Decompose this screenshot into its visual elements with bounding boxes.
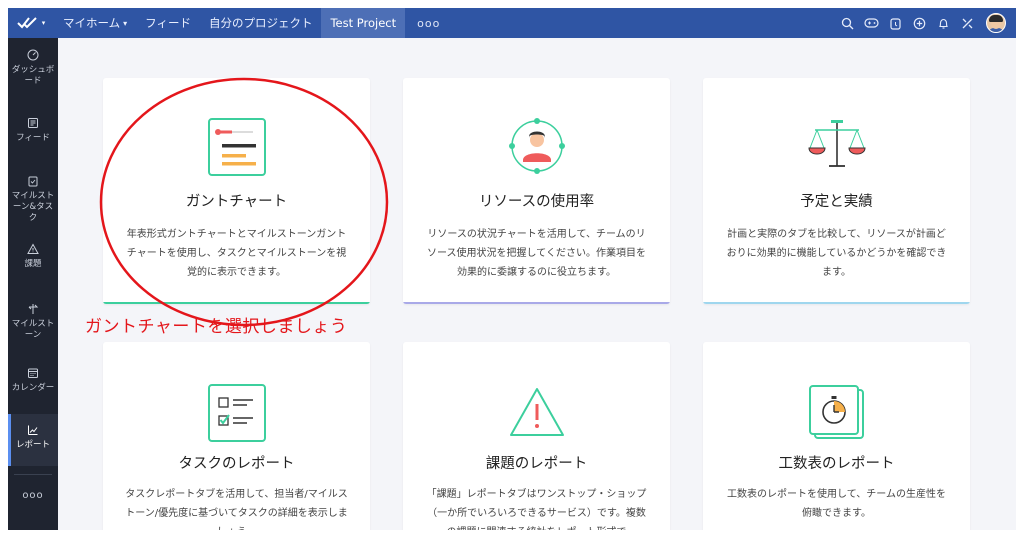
nav-my-home-label: マイホーム <box>63 16 121 30</box>
search-icon[interactable] <box>838 14 856 32</box>
app-window: ▾ マイホーム ▾ フィード 自分のプロジェクト Test Project oo… <box>8 8 1016 530</box>
annotation-text: ガントチャートを選択しましょう <box>85 317 348 337</box>
sidebar-item-milestones[interactable]: マイルストーン <box>8 302 58 350</box>
bell-icon[interactable] <box>934 14 952 32</box>
sidebar-divider <box>14 474 52 475</box>
sidebar-item-milestones-tasks[interactable]: マイルストーン&タスク <box>8 174 58 230</box>
calendar-icon <box>26 366 40 380</box>
card-accent-bar <box>403 302 670 304</box>
timer-icon[interactable] <box>886 14 904 32</box>
card-resource-utilization[interactable]: リソースの使用率 リソースの状況チャートを活用して、チームのリソース使用状況を把… <box>403 78 670 304</box>
sidebar-item-reports[interactable]: レポート <box>8 414 58 466</box>
sidebar-item-label: カレンダー <box>11 383 55 393</box>
sidebar: ダッシュボード フィード マイルストーン&タスク 課題 マイルストーン カレンダ… <box>8 38 58 530</box>
checkmark-logo-icon <box>17 17 37 29</box>
report-chart-icon <box>26 423 40 437</box>
timesheet-stopwatch-icon <box>703 384 970 442</box>
top-icons <box>838 8 1006 38</box>
sidebar-item-label: レポート <box>15 440 50 450</box>
user-avatar[interactable] <box>986 13 1006 33</box>
card-title: リソースの使用率 <box>478 194 595 210</box>
nav-feed[interactable]: フィード <box>136 8 200 38</box>
card-description: タスクレポートタブを活用して、担当者/マイルストーン/優先度に基づいてタスクの詳… <box>125 489 348 530</box>
main-nav: マイホーム ▾ フィード 自分のプロジェクト Test Project ooo <box>54 8 452 38</box>
sidebar-more-button[interactable]: ooo <box>8 490 58 501</box>
sidebar-item-label: 課題 <box>24 259 42 269</box>
gauge-icon <box>26 48 40 62</box>
card-description: 工数表のレポートを使用して、チームの生産性を俯瞰できます。 <box>727 489 946 519</box>
chevron-down-icon: ▾ <box>41 19 46 27</box>
card-title: 予定と実績 <box>800 194 873 210</box>
warning-icon <box>26 242 40 256</box>
milestone-flag-icon <box>26 302 40 316</box>
card-planned-vs-actual[interactable]: 予定と実績 計画と実際のタブを比較して、リソースが計画どおりに効果的に機能してい… <box>703 78 970 304</box>
nav-my-projects-label: 自分のプロジェクト <box>208 16 313 30</box>
sidebar-item-label: フィード <box>16 133 50 143</box>
resource-person-icon <box>403 116 670 176</box>
top-bar: ▾ マイホーム ▾ フィード 自分のプロジェクト Test Project oo… <box>8 8 1016 38</box>
card-title: 課題のレポート <box>485 456 588 472</box>
sidebar-item-issues[interactable]: 課題 <box>8 242 58 282</box>
sidebar-item-label: ダッシュボード <box>11 65 55 86</box>
nav-my-home[interactable]: マイホーム ▾ <box>54 8 136 38</box>
card-title: タスクのレポート <box>178 456 295 472</box>
card-task-report[interactable]: タスクのレポート タスクレポートタブを活用して、担当者/マイルストーン/優先度に… <box>103 342 370 530</box>
nav-test-project[interactable]: Test Project <box>321 8 406 38</box>
gamepad-icon[interactable] <box>862 14 880 32</box>
sidebar-item-feed[interactable]: フィード <box>8 116 58 156</box>
card-description: 「課題」レポートタブはワンストップ・ショップ（一か所でいろいろできるサービス）で… <box>426 489 647 530</box>
card-accent-bar <box>703 302 970 304</box>
tools-icon[interactable] <box>958 14 976 32</box>
task-checklist-icon <box>103 384 370 442</box>
nav-test-project-label: Test Project <box>330 16 397 30</box>
card-description: 計画と実際のタブを比較して、リソースが計画どおりに効果的に機能しているかどうかを… <box>726 229 947 278</box>
app-logo-menu[interactable]: ▾ <box>8 8 54 38</box>
feed-icon <box>26 116 40 130</box>
sidebar-item-label: マイルストーン&タスク <box>11 191 55 223</box>
sidebar-item-dashboard[interactable]: ダッシュボード <box>8 48 58 104</box>
card-title: 工数表のレポート <box>778 456 895 472</box>
add-icon[interactable] <box>910 14 928 32</box>
clipboard-check-icon <box>26 174 40 188</box>
card-timesheet-report[interactable]: 工数表のレポート 工数表のレポートを使用して、チームの生産性を俯瞰できます。 <box>703 342 970 530</box>
card-description: リソースの状況チャートを活用して、チームのリソース使用状況を把握してください。作… <box>427 229 646 278</box>
nav-feed-label: フィード <box>145 16 191 30</box>
balance-scale-icon <box>703 118 970 174</box>
warning-triangle-icon <box>403 386 670 438</box>
nav-more-button[interactable]: ooo <box>405 17 452 30</box>
chevron-down-icon: ▾ <box>123 18 128 28</box>
annotation-ellipse <box>99 77 389 327</box>
card-issue-report[interactable]: 課題のレポート 「課題」レポートタブはワンストップ・ショップ（一か所でいろいろで… <box>403 342 670 530</box>
nav-my-projects[interactable]: 自分のプロジェクト <box>200 8 322 38</box>
sidebar-item-label: マイルストーン <box>11 319 55 340</box>
sidebar-item-calendar[interactable]: カレンダー <box>8 366 58 406</box>
